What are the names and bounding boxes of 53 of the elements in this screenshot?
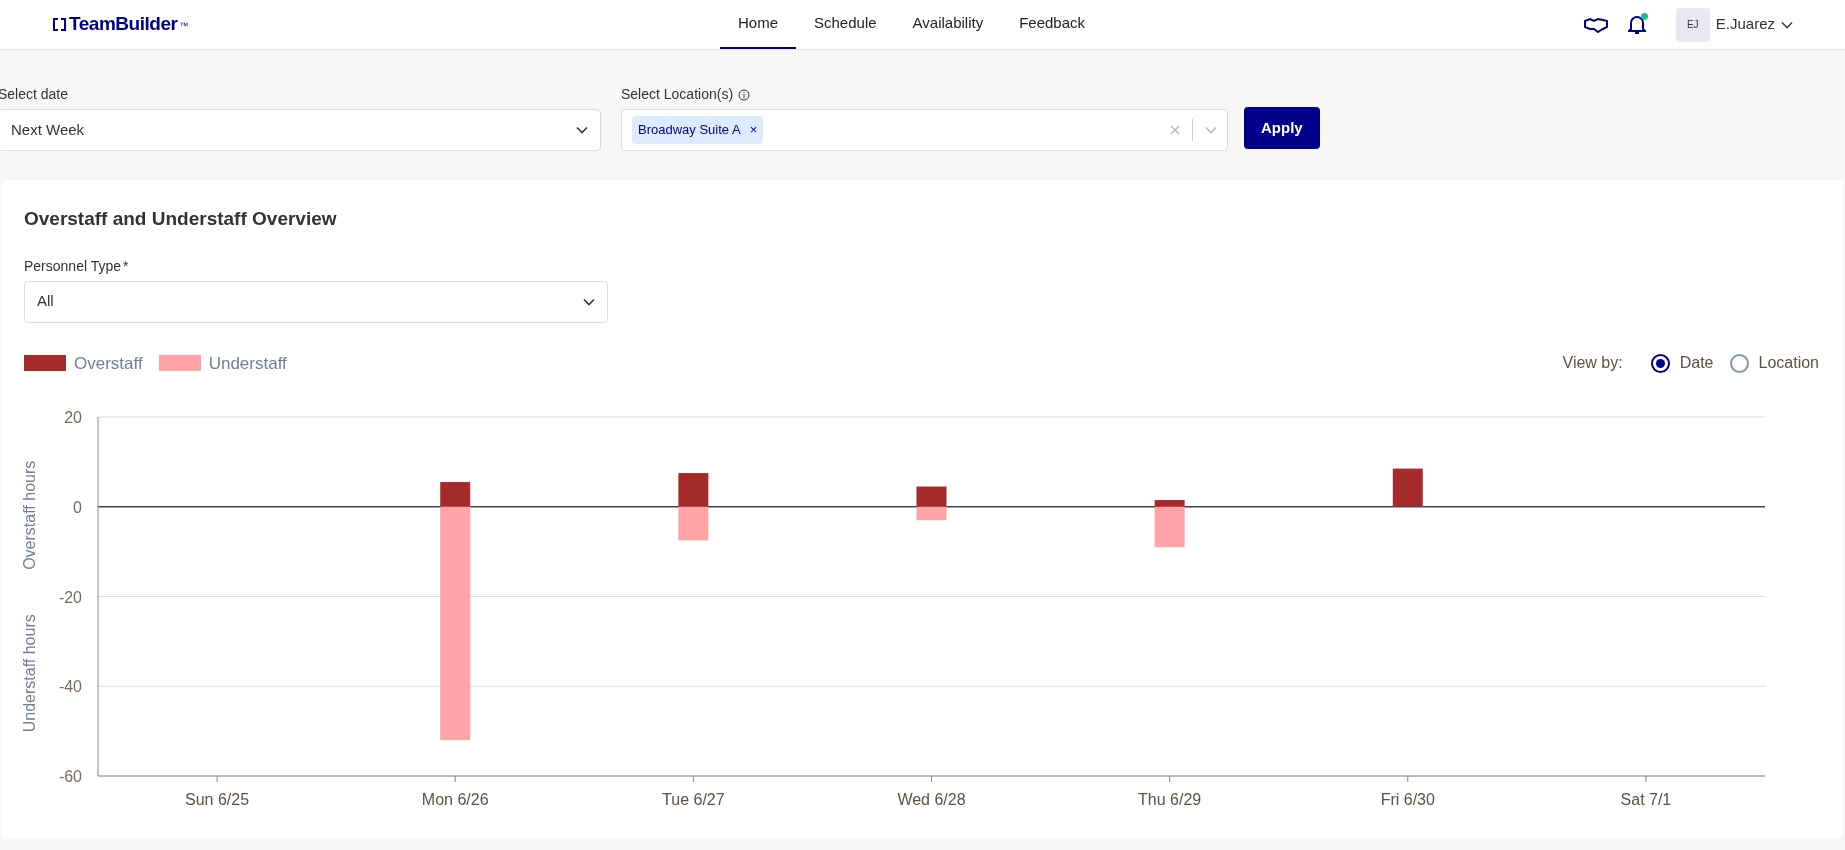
bell-icon[interactable] [1627, 14, 1646, 35]
remove-tag-button[interactable]: × [749, 120, 758, 140]
avatar[interactable]: EJ [1675, 7, 1710, 42]
y-tick-label: 0 [73, 498, 82, 516]
nav-tab[interactable]: Feedback [1001, 0, 1104, 49]
chevron-down-icon [583, 297, 595, 306]
understaff-bar [678, 506, 709, 541]
date-select[interactable]: Next Week [0, 109, 601, 151]
field-label: Personnel Type [24, 256, 122, 276]
logo-icon [52, 17, 67, 32]
personnel-select[interactable]: All [24, 280, 608, 323]
radio-button[interactable] [1650, 353, 1670, 373]
logo[interactable]: TeamBuilder [69, 10, 178, 39]
overstaff-bar [1392, 468, 1423, 507]
radio-button[interactable] [1729, 353, 1749, 373]
info-icon [738, 88, 751, 101]
overstaff-bar [916, 486, 947, 507]
x-tick-label: Sun 6/25 [185, 791, 250, 808]
handshake-icon[interactable] [1583, 16, 1608, 33]
legend-label: Understaff [208, 352, 287, 375]
required-mark: * [123, 256, 129, 276]
chevron-down-icon [1205, 126, 1217, 134]
x-tick-label: Sat 7/1 [1620, 791, 1672, 808]
overstaff-bar [1154, 500, 1185, 507]
x-tick-label: Wed 6/28 [897, 791, 966, 808]
trademark: ™ [179, 20, 189, 34]
y-tick-label: 20 [64, 409, 82, 426]
nav-tab[interactable]: Home [720, 0, 796, 49]
x-tick-label: Mon 6/26 [421, 791, 489, 808]
y-tick-label: -60 [58, 768, 82, 785]
x-tick-label: Tue 6/27 [662, 791, 725, 808]
radio-label: Location [1758, 353, 1819, 374]
y-tick-label: -20 [58, 588, 82, 606]
overstaff-bar [440, 482, 471, 507]
nav-tab[interactable]: Schedule [796, 0, 895, 49]
field-label: Select Location(s) [621, 85, 734, 104]
nav-tab[interactable]: Availability [894, 0, 1002, 49]
x-tick-label: Fri 6/30 [1380, 791, 1435, 808]
understaff-bar [1154, 506, 1185, 548]
user-menu[interactable]: E.Juarez [1715, 13, 1793, 36]
radio-label: Date [1679, 353, 1714, 374]
section-title: Overstaff and Understaff Overview [24, 207, 338, 231]
x-tick-label: Thu 6/29 [1138, 791, 1202, 808]
chevron-down-icon [1781, 20, 1793, 29]
chevron-down-icon [576, 126, 588, 134]
apply-button[interactable]: Apply [1244, 107, 1320, 149]
y-tick-label: -40 [58, 678, 82, 696]
legend-label: Overstaff [74, 352, 143, 375]
location-select[interactable]: Broadway Suite A × [621, 109, 1228, 151]
location-tag: Broadway Suite A × [632, 116, 764, 144]
axis-title: Understaff hours Overstaff hours [21, 460, 38, 733]
overstaff-bar [678, 473, 709, 507]
view-by-label: View by: [1562, 353, 1623, 374]
